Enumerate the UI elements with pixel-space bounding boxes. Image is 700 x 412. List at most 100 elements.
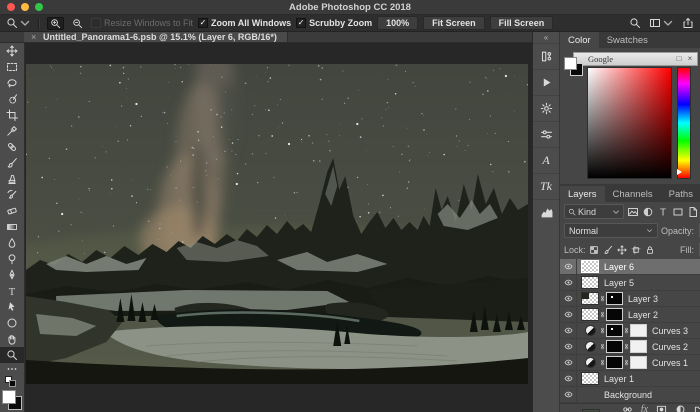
visibility-toggle[interactable] — [560, 259, 577, 274]
hue-slider-marker[interactable] — [677, 169, 682, 175]
filter-kind-dropdown[interactable]: Kind — [564, 204, 624, 219]
layer-row-layer-1[interactable]: Layer 1 — [560, 371, 700, 387]
visibility-toggle[interactable] — [560, 291, 577, 306]
lasso-tool[interactable] — [0, 75, 24, 91]
zoom-out-button[interactable] — [69, 17, 86, 30]
foreground-color-swatch[interactable] — [564, 57, 577, 70]
layer-row-layer-3[interactable]: Layer 3 — [560, 291, 700, 307]
tab-color[interactable]: Color — [560, 32, 599, 48]
layer-row-layer-2[interactable]: Layer 2 — [560, 307, 700, 323]
layer-mask-thumbnail[interactable] — [631, 325, 646, 336]
panel-histogram[interactable] — [533, 199, 559, 225]
layer-mask-thumbnail[interactable] — [607, 325, 622, 336]
search-icon[interactable] — [629, 17, 641, 29]
layer-row-layer-6[interactable]: Layer 6 — [560, 259, 700, 275]
fill-screen-button[interactable]: Fill Screen — [490, 16, 554, 30]
zoom-tool[interactable] — [0, 347, 24, 363]
layer-thumbnail[interactable] — [582, 293, 598, 304]
visibility-toggle[interactable] — [560, 275, 577, 290]
eraser-tool[interactable] — [0, 203, 24, 219]
resize-windows-checkbox[interactable]: Resize Windows to Fit — [91, 18, 193, 28]
gradient-tool[interactable] — [0, 219, 24, 235]
clone-stamp-tool[interactable] — [0, 171, 24, 187]
layer-styles-button[interactable]: fx — [641, 404, 648, 412]
quick-selection-tool[interactable] — [0, 91, 24, 107]
new-adjustment-layer-button[interactable] — [675, 404, 686, 412]
close-icon[interactable]: × — [686, 55, 694, 63]
maximize-icon[interactable]: □ — [675, 55, 683, 63]
layer-thumbnail[interactable] — [582, 309, 598, 320]
visibility-toggle[interactable] — [560, 323, 577, 338]
dodge-tool[interactable] — [0, 251, 24, 267]
shape-tool[interactable] — [0, 315, 24, 331]
tab-layers[interactable]: Layers — [560, 186, 605, 202]
layer-mask-thumbnail[interactable] — [607, 309, 622, 320]
history-brush-tool[interactable] — [0, 187, 24, 203]
lock-pixels-button[interactable] — [603, 245, 613, 255]
add-mask-button[interactable] — [656, 404, 667, 412]
visibility-toggle[interactable] — [560, 307, 577, 322]
filter-pixel-layers-button[interactable] — [627, 206, 639, 218]
default-colors-button[interactable] — [5, 376, 19, 388]
layer-row-curves-3[interactable]: Curves 3 — [560, 323, 700, 339]
close-tab-icon[interactable]: × — [31, 32, 38, 42]
filter-adjustment-layers-button[interactable] — [642, 206, 654, 218]
layer-row-background[interactable]: Background — [560, 387, 700, 403]
fit-screen-button[interactable]: Fit Screen — [423, 16, 485, 30]
layer-thumbnail[interactable] — [582, 261, 598, 272]
blur-tool[interactable] — [0, 235, 24, 251]
visibility-toggle[interactable] — [560, 371, 577, 386]
hand-tool[interactable] — [0, 331, 24, 347]
filter-smart-objects-button[interactable] — [687, 206, 699, 218]
visibility-toggle[interactable] — [560, 339, 577, 354]
lock-transparency-button[interactable] — [589, 245, 599, 255]
layer-mask-thumbnail[interactable] — [607, 293, 622, 304]
google-window-titlebar[interactable]: Google □ × — [573, 52, 698, 66]
lock-all-button[interactable] — [645, 245, 655, 255]
panel-tk-actions[interactable]: Tk — [533, 173, 559, 199]
layer-thumbnail[interactable] — [582, 277, 598, 288]
filter-type-layers-button[interactable]: T — [657, 206, 669, 218]
layer-mask-thumbnail[interactable] — [631, 357, 646, 368]
panel-actions[interactable] — [533, 69, 559, 95]
hue-slider[interactable] — [677, 67, 691, 179]
lock-position-button[interactable] — [617, 245, 627, 255]
move-tool[interactable] — [0, 43, 24, 59]
pen-tool[interactable] — [0, 267, 24, 283]
filter-shape-layers-button[interactable] — [672, 206, 684, 218]
collapse-dock-button[interactable]: « — [533, 32, 559, 43]
tab-channels[interactable]: Channels — [605, 186, 661, 202]
visibility-toggle[interactable] — [560, 355, 577, 370]
eyedropper-tool[interactable] — [0, 123, 24, 139]
scrubby-zoom-checkbox[interactable]: ✓ Scrubby Zoom — [296, 18, 372, 28]
new-group-button[interactable] — [694, 404, 700, 412]
brush-tool[interactable] — [0, 155, 24, 171]
layer-mask-thumbnail[interactable] — [607, 341, 622, 352]
adjustment-thumbnail[interactable] — [582, 325, 598, 336]
layer-mask-thumbnail[interactable] — [631, 341, 646, 352]
zoom-all-windows-checkbox[interactable]: ✓ Zoom All Windows — [198, 18, 291, 28]
adjustment-thumbnail[interactable] — [582, 357, 598, 368]
color-swatches[interactable] — [2, 390, 22, 409]
color-panel-swatches[interactable] — [564, 57, 584, 77]
saturation-brightness-field[interactable] — [587, 67, 672, 179]
spot-healing-tool[interactable] — [0, 139, 24, 155]
marquee-tool[interactable] — [0, 59, 24, 75]
document-tab[interactable]: × Untitled_Panorama1-6.psb @ 15.1% (Laye… — [24, 32, 288, 42]
edit-toolbar-ellipsis[interactable] — [0, 363, 24, 375]
panel-character[interactable]: A — [533, 147, 559, 173]
layer-row-layer-5[interactable]: Layer 5 — [560, 275, 700, 291]
workspace-switcher[interactable] — [649, 17, 674, 29]
crop-tool[interactable] — [0, 107, 24, 123]
zoom-in-button[interactable] — [47, 17, 64, 30]
tool-preset-button[interactable] — [6, 17, 31, 29]
lock-artboard-button[interactable] — [631, 245, 641, 255]
tab-swatches[interactable]: Swatches — [599, 32, 656, 48]
document-canvas[interactable] — [26, 64, 528, 384]
type-tool[interactable]: T — [0, 283, 24, 299]
zoom-100-button[interactable]: 100% — [377, 16, 418, 30]
share-icon[interactable] — [682, 17, 694, 29]
link-layers-button[interactable] — [622, 404, 633, 412]
visibility-toggle[interactable] — [560, 387, 577, 402]
blend-mode-dropdown[interactable]: Normal — [564, 223, 658, 238]
